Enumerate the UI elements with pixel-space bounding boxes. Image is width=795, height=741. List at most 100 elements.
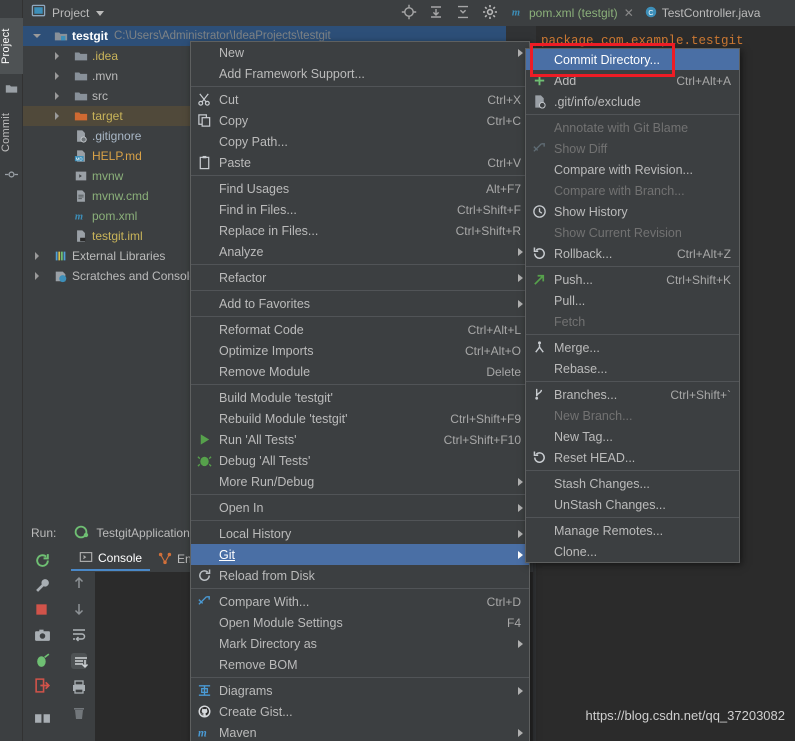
menu-item-debug-all-tests[interactable]: Debug 'All Tests' (191, 450, 529, 471)
project-context-menu[interactable]: New Add Framework Support... Cut Ctrl+X C… (190, 41, 530, 741)
menu-separator (191, 175, 529, 176)
chevron-right-icon[interactable] (53, 71, 62, 81)
menu-item-remove-module[interactable]: Remove Module Delete (191, 361, 529, 382)
menu-item-new-tag[interactable]: New Tag... (526, 426, 739, 447)
print-icon[interactable] (71, 679, 87, 695)
stop-icon[interactable] (34, 602, 50, 618)
tool-window-button-project[interactable]: Project (0, 18, 23, 74)
spring-boot-icon (74, 524, 90, 543)
chevron-right-icon[interactable] (53, 91, 62, 101)
menu-item-add-to-favorites[interactable]: Add to Favorites (191, 293, 529, 314)
locate-target-icon[interactable] (401, 4, 417, 20)
collapse-all-icon[interactable] (455, 4, 471, 20)
chevron-down-icon[interactable] (96, 10, 105, 16)
chevron-right-icon[interactable] (53, 51, 62, 61)
gitignore-file-icon (532, 94, 547, 109)
gear-icon[interactable] (482, 4, 498, 20)
soft-wrap-icon[interactable] (71, 627, 87, 643)
menu-item-new[interactable]: New (191, 42, 529, 63)
tool-window-button-commit[interactable]: Commit (0, 105, 23, 160)
editor-tab-pom-xml[interactable]: m pom.xml (testgit) ✕ (506, 0, 639, 26)
menu-item-unstash-changes[interactable]: UnStash Changes... (526, 494, 739, 515)
trash-icon[interactable] (71, 705, 87, 721)
tree-label: Scratches and Consoles (72, 269, 203, 283)
layout-icon[interactable] (34, 710, 50, 726)
branch-icon (532, 387, 547, 402)
tree-label: pom.xml (92, 209, 138, 223)
wrench-icon[interactable] (34, 577, 50, 593)
menu-item-push[interactable]: Push... Ctrl+Shift+K (526, 269, 739, 290)
menu-item-git[interactable]: Git (191, 544, 529, 565)
chevron-down-icon[interactable] (33, 32, 42, 41)
menu-item-clone[interactable]: Clone... (526, 541, 739, 562)
menu-item-find-in-files[interactable]: Find in Files... Ctrl+Shift+F (191, 199, 529, 220)
menu-item-compare-with-revision[interactable]: Compare with Revision... (526, 159, 739, 180)
submenu-arrow-icon (518, 530, 523, 538)
down-arrow-icon[interactable] (71, 601, 87, 617)
exit-icon[interactable] (34, 677, 50, 693)
menu-item-optimize-imports[interactable]: Optimize Imports Ctrl+Alt+O (191, 340, 529, 361)
git-submenu[interactable]: Commit Directory... Add Ctrl+Alt+A .git/i… (525, 48, 740, 563)
menu-shortcut: Ctrl+Alt+L (467, 322, 521, 337)
menu-item-copy-path[interactable]: Copy Path... (191, 131, 529, 152)
menu-item-reload-from-disk[interactable]: Reload from Disk (191, 565, 529, 586)
menu-item-local-history[interactable]: Local History (191, 523, 529, 544)
up-arrow-icon[interactable] (71, 575, 87, 591)
menu-item-run-all-tests[interactable]: Run 'All Tests' Ctrl+Shift+F10 (191, 429, 529, 450)
menu-item-add-framework-support[interactable]: Add Framework Support... (191, 63, 529, 84)
menu-item-rebase[interactable]: Rebase... (526, 358, 739, 379)
menu-item-refactor[interactable]: Refactor (191, 267, 529, 288)
menu-label: Reformat Code (219, 322, 304, 337)
menu-item-cut[interactable]: Cut Ctrl+X (191, 89, 529, 110)
expand-all-icon[interactable] (428, 4, 444, 20)
menu-item-reset-head[interactable]: Reset HEAD... (526, 447, 739, 468)
menu-item-merge[interactable]: Merge... (526, 337, 739, 358)
menu-item-replace-in-files[interactable]: Replace in Files... Ctrl+Shift+R (191, 220, 529, 241)
menu-item-commit-directory[interactable]: Commit Directory... (526, 49, 739, 70)
chevron-right-icon[interactable] (33, 271, 42, 281)
menu-shortcut: Delete (486, 364, 521, 379)
menu-item-more-run-debug[interactable]: More Run/Debug (191, 471, 529, 492)
debug-icon[interactable] (34, 652, 50, 668)
menu-item-copy[interactable]: Copy Ctrl+C (191, 110, 529, 131)
menu-item-build-module[interactable]: Build Module 'testgit' (191, 387, 529, 408)
menu-item-analyze[interactable]: Analyze (191, 241, 529, 262)
menu-item-show-history[interactable]: Show History (526, 201, 739, 222)
compare-icon (197, 594, 212, 609)
menu-item-remove-bom[interactable]: Remove BOM (191, 654, 529, 675)
menu-item-stash-changes[interactable]: Stash Changes... (526, 473, 739, 494)
tree-label: .idea (92, 49, 119, 63)
menu-item-mark-directory-as[interactable]: Mark Directory as (191, 633, 529, 654)
menu-item-paste[interactable]: Paste Ctrl+V (191, 152, 529, 173)
menu-label: Rebase... (554, 361, 608, 376)
editor-tab-label: pom.xml (testgit) (529, 6, 618, 20)
menu-item-pull[interactable]: Pull... (526, 290, 739, 311)
clipboard-icon (197, 155, 212, 170)
editor-tab-testcontroller[interactable]: C TestController.java (639, 0, 766, 26)
tab-console[interactable]: Console (71, 547, 151, 571)
menu-item-open-in[interactable]: Open In (191, 497, 529, 518)
chevron-right-icon[interactable] (33, 251, 42, 261)
rerun-icon[interactable] (34, 552, 50, 568)
menu-item-compare-with[interactable]: Compare With... Ctrl+D (191, 591, 529, 612)
menu-item-git-add[interactable]: Add Ctrl+Alt+A (526, 70, 739, 91)
menu-item-reformat-code[interactable]: Reformat Code Ctrl+Alt+L (191, 319, 529, 340)
menu-item-maven[interactable]: m Maven (191, 722, 529, 741)
menu-item-rebuild-module[interactable]: Rebuild Module 'testgit' Ctrl+Shift+F9 (191, 408, 529, 429)
menu-label: Open In (219, 500, 264, 515)
menu-item-find-usages[interactable]: Find Usages Alt+F7 (191, 178, 529, 199)
camera-icon[interactable] (34, 627, 50, 643)
menu-item-rollback[interactable]: Rollback... Ctrl+Alt+Z (526, 243, 739, 264)
menu-item-create-gist[interactable]: Create Gist... (191, 701, 529, 722)
menu-item-diagrams[interactable]: Diagrams (191, 680, 529, 701)
maven-m-icon: m (197, 725, 212, 740)
menu-item-manage-remotes[interactable]: Manage Remotes... (526, 520, 739, 541)
tree-label: testgit (72, 29, 108, 43)
menu-item-git-info-exclude[interactable]: .git/info/exclude (526, 91, 739, 112)
close-icon[interactable]: ✕ (624, 6, 634, 20)
menu-item-open-module-settings[interactable]: Open Module Settings F4 (191, 612, 529, 633)
chevron-right-icon[interactable] (53, 111, 62, 121)
run-configuration[interactable]: TestgitApplication (74, 524, 190, 543)
menu-item-branches[interactable]: Branches... Ctrl+Shift+` (526, 384, 739, 405)
scroll-to-end-icon[interactable] (71, 653, 89, 669)
